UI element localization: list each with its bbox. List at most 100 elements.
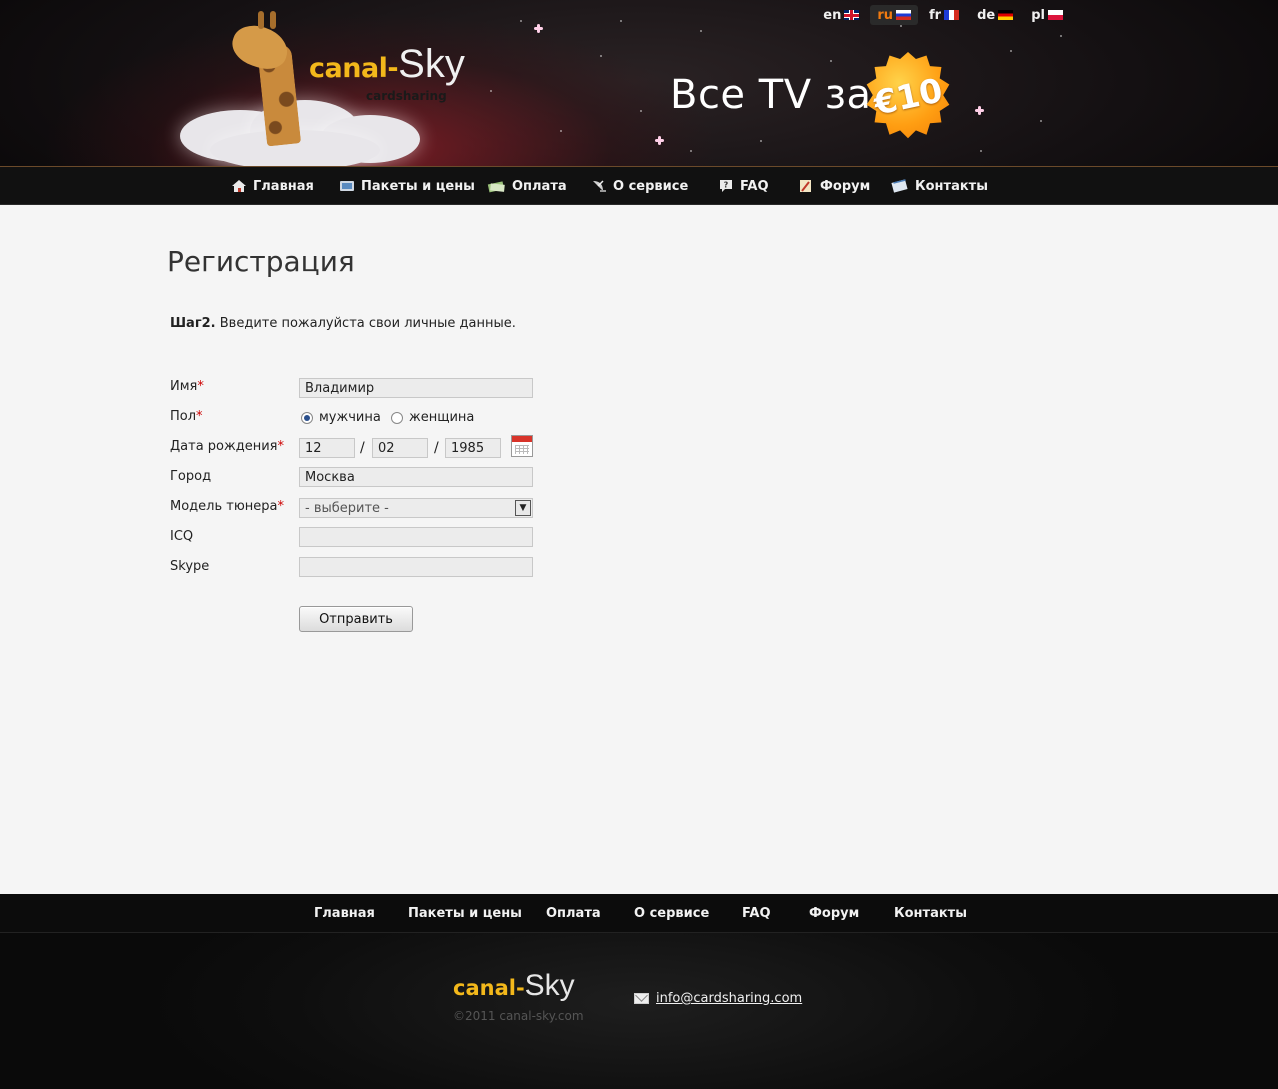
flag-fr-icon xyxy=(944,10,960,20)
copyright: ©2011 canal-sky.com xyxy=(453,1009,584,1023)
nav-item-home[interactable]: Главная xyxy=(231,167,314,205)
step-number: Шаг2. xyxy=(170,316,216,331)
logo-sky: Sky xyxy=(398,42,465,86)
birth-year-input[interactable]: 1985 xyxy=(445,438,501,458)
gender-label: Пол* xyxy=(170,409,203,424)
label-text: ICQ xyxy=(170,529,194,544)
question-icon: ? xyxy=(720,180,732,192)
step-text: Введите пожалуйста свои личные данные. xyxy=(219,316,516,331)
label-text: Дата рождения xyxy=(170,439,278,454)
footer-nav: Главная Пакеты и цены Оплата О сервисе F… xyxy=(0,894,1278,933)
nav-label: О сервисе xyxy=(613,178,689,194)
gender-female-radio[interactable]: женщина xyxy=(391,410,474,425)
date-separator: / xyxy=(434,440,439,456)
nav-item-forum[interactable]: Форум xyxy=(798,167,870,205)
sparkle-icon xyxy=(534,24,543,33)
email-link[interactable]: info@cardsharing.com xyxy=(656,991,802,1006)
site-logo[interactable]: canal-Sky xyxy=(309,42,465,87)
page-title: Регистрация xyxy=(167,245,355,278)
label-text: Модель тюнера xyxy=(170,499,278,514)
required-marker: * xyxy=(277,499,285,514)
nav-item-faq[interactable]: ? FAQ xyxy=(718,167,769,205)
money-icon xyxy=(487,181,505,193)
label-text: Имя xyxy=(170,379,198,394)
city-label: Город xyxy=(170,469,211,484)
skype-input[interactable] xyxy=(299,557,533,577)
footer-logo[interactable]: canal-Sky xyxy=(453,969,575,1003)
logo-sky: Sky xyxy=(524,969,575,1002)
footer-link-faq[interactable]: FAQ xyxy=(742,894,771,932)
flag-de-icon xyxy=(998,10,1014,20)
lang-pl[interactable]: pl xyxy=(1024,5,1070,25)
nav-label: Контакты xyxy=(915,178,988,194)
footer-link-forum[interactable]: Форум xyxy=(809,894,859,932)
nav-item-about[interactable]: О сервисе xyxy=(591,167,688,205)
input-value: Владимир xyxy=(305,380,375,396)
forum-icon xyxy=(800,180,811,192)
required-marker: * xyxy=(197,379,204,394)
chevron-down-icon[interactable]: ▼ xyxy=(515,500,531,516)
input-value: 1985 xyxy=(451,440,485,456)
birth-month-input[interactable]: 02 xyxy=(372,438,428,458)
required-marker: * xyxy=(277,439,284,454)
logo-canal: canal- xyxy=(453,976,525,1000)
lang-de[interactable]: de xyxy=(970,5,1020,25)
input-value: 12 xyxy=(305,440,322,456)
submit-button[interactable]: Отправить xyxy=(299,606,413,632)
skype-label: Skype xyxy=(170,559,209,574)
tv-icon xyxy=(340,181,354,191)
footer-link-payment[interactable]: Оплата xyxy=(546,894,601,932)
footer-link-about[interactable]: О сервисе xyxy=(634,894,709,932)
icq-label: ICQ xyxy=(170,529,193,544)
lang-label: fr xyxy=(929,7,942,23)
price-badge-label: €10 xyxy=(870,69,946,123)
calendar-icon[interactable] xyxy=(511,435,533,457)
footer-link-home[interactable]: Главная xyxy=(314,894,375,932)
input-value: 02 xyxy=(378,440,395,456)
lang-fr[interactable]: fr xyxy=(922,5,966,25)
radio-label: мужчина xyxy=(319,410,381,425)
tuner-label: Модель тюнера* xyxy=(170,499,284,514)
main-content: Регистрация Шаг2. Введите пожалуйста сво… xyxy=(0,205,1278,894)
nav-item-contacts[interactable]: Контакты xyxy=(890,167,988,205)
nav-label: Главная xyxy=(253,178,314,194)
label-text: Пол xyxy=(170,409,197,424)
logo-canal: canal- xyxy=(309,53,399,84)
lang-label: en xyxy=(823,7,842,23)
main-nav: Главная Пакеты и цены Оплата О сервисе ?… xyxy=(0,167,1278,205)
required-marker: * xyxy=(196,409,203,424)
gender-male-radio[interactable]: мужчина xyxy=(301,410,381,425)
lang-label: ru xyxy=(877,7,894,23)
footer-link-packages[interactable]: Пакеты и цены xyxy=(408,894,522,932)
lang-en[interactable]: en xyxy=(816,5,866,25)
nav-item-packages[interactable]: Пакеты и цены xyxy=(339,167,475,205)
svg-text:?: ? xyxy=(724,181,729,190)
language-switcher: en ru fr de pl xyxy=(816,5,1070,25)
footer-email: info@cardsharing.com xyxy=(634,991,802,1006)
city-input[interactable]: Москва xyxy=(299,467,533,487)
logo-subtitle: cardsharing xyxy=(366,89,447,103)
flag-pl-icon xyxy=(1048,10,1063,20)
input-value: Москва xyxy=(305,469,355,485)
nav-label: Форум xyxy=(820,178,871,194)
flag-ru-icon xyxy=(896,10,912,20)
nav-label: Оплата xyxy=(512,178,567,194)
step-instructions: Шаг2. Введите пожалуйста свои личные дан… xyxy=(170,316,516,331)
lang-label: pl xyxy=(1031,7,1045,23)
promo-text: Все TV за xyxy=(670,72,872,118)
lang-ru[interactable]: ru xyxy=(870,5,919,25)
lang-label: de xyxy=(977,7,996,23)
satellite-icon xyxy=(593,180,606,192)
name-input[interactable]: Владимир xyxy=(299,378,533,398)
contacts-icon xyxy=(891,179,908,193)
footer-link-contacts[interactable]: Контакты xyxy=(894,894,967,932)
home-icon xyxy=(232,180,246,192)
icq-input[interactable] xyxy=(299,527,533,547)
birth-day-input[interactable]: 12 xyxy=(299,438,355,458)
nav-item-payment[interactable]: Оплата xyxy=(487,167,567,205)
date-separator: / xyxy=(360,440,365,456)
tuner-select[interactable]: - выберите - ▼ xyxy=(299,498,533,518)
label-text: Skype xyxy=(170,559,210,574)
nav-label: Пакеты и цены xyxy=(361,178,475,194)
flag-uk-icon xyxy=(844,10,860,20)
